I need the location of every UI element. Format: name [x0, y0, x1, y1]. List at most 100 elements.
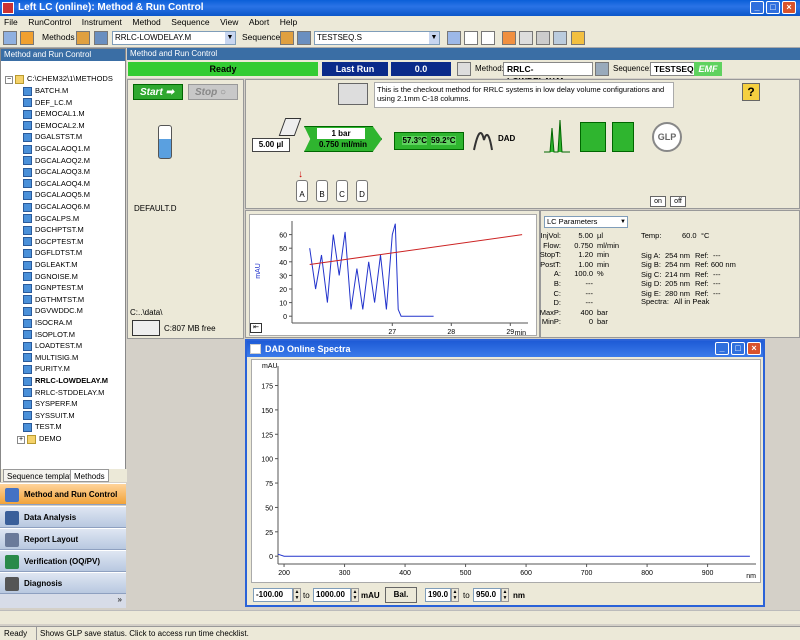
document-icon[interactable] [519, 31, 533, 45]
method-item[interactable]: DEF_LC.M [23, 97, 72, 109]
dad-close-button[interactable]: × [747, 342, 761, 355]
lc-parameters-select[interactable]: LC Parameters ▼ [544, 216, 628, 228]
load-sequence-icon[interactable] [280, 31, 294, 45]
x-max-input[interactable]: 950.0 [473, 588, 501, 602]
column-oven-module[interactable]: 57.3°C 59.2°C [394, 132, 464, 150]
y-min-spinner[interactable]: ▲ ▼ [293, 588, 301, 602]
maximize-button[interactable]: □ [766, 1, 780, 14]
method-item[interactable]: DGLEAKT.M [23, 259, 78, 271]
help-icon[interactable] [571, 31, 585, 45]
method-item[interactable]: DGCALAOQ2.M [23, 155, 90, 167]
menu-method[interactable]: Method [128, 17, 164, 27]
method-item[interactable]: MULTISIG.M [23, 352, 78, 364]
sequence-select[interactable]: TESTSEQ.S ▼ [314, 31, 440, 45]
method-book-icon[interactable] [338, 83, 368, 105]
tab-methods[interactable]: Methods [70, 469, 109, 482]
start-button[interactable]: Start ➡ [133, 84, 183, 100]
horizontal-scrollbar[interactable] [0, 610, 800, 624]
instrument-active-icon[interactable] [20, 31, 34, 45]
method-item[interactable]: DGCALAOQ1.M [23, 143, 90, 155]
chromatogram-module[interactable] [542, 118, 572, 154]
menu-sequence[interactable]: Sequence [167, 17, 213, 27]
edit-icon[interactable] [553, 31, 567, 45]
nav-overflow[interactable]: » [0, 594, 126, 608]
method-item[interactable]: ISOCRA.M [23, 317, 72, 329]
tree-root[interactable]: − C:\CHEM32\1\METHODS [5, 73, 113, 85]
nav-verification[interactable]: Verification (OQ/PV) [0, 550, 126, 572]
dad-minimize-button[interactable]: _ [715, 342, 729, 355]
bottle-c[interactable]: C [336, 180, 348, 202]
tree-folder-demo[interactable]: + DEMO [17, 433, 62, 445]
save-sequence-icon[interactable] [297, 31, 311, 45]
dad-maximize-button[interactable]: □ [731, 342, 745, 355]
method-item[interactable]: DGCALPS.M [23, 213, 79, 225]
book-icon[interactable] [502, 31, 516, 45]
method-item[interactable]: RRLC-STDDELAY.M [23, 387, 104, 399]
system-diagram-icon[interactable] [464, 31, 478, 45]
method-value[interactable]: RRLC-LOWDELAY.M [503, 62, 593, 86]
injector-volume[interactable]: 5.00 µl [252, 138, 290, 152]
method-item[interactable]: DGTHMTST.M [23, 294, 84, 306]
method-item[interactable]: RRLC-LOWDELAY.M [23, 375, 108, 387]
print-icon[interactable] [536, 31, 550, 45]
method-item[interactable]: DEMOCAL1.M [23, 108, 85, 120]
method-item[interactable]: ISOPLOT.M [23, 329, 75, 341]
bottle-b[interactable]: B [316, 180, 328, 202]
save-method-icon[interactable] [94, 31, 108, 45]
method-item[interactable]: DGALSTST.M [23, 131, 82, 143]
method-item[interactable]: DGVWDDC.M [23, 305, 83, 317]
nav-diagnosis[interactable]: Diagnosis [0, 572, 126, 594]
x-min-spinner[interactable]: ▲ ▼ [451, 588, 459, 602]
method-item[interactable]: DGCALAOQ5.M [23, 189, 90, 201]
menu-abort[interactable]: Abort [245, 17, 273, 27]
close-button[interactable]: × [782, 1, 796, 14]
nav-data-analysis[interactable]: Data Analysis [0, 506, 126, 528]
glp-icon[interactable]: GLP [652, 122, 682, 152]
stop-button[interactable]: Stop ○ [188, 84, 238, 100]
help-button[interactable]: ? [742, 83, 760, 101]
x-max-spinner[interactable]: ▲ ▼ [501, 588, 509, 602]
expand-icon[interactable]: ⇤ [250, 323, 262, 333]
bottle-a[interactable]: A [296, 180, 308, 202]
method-item[interactable]: PURITY.M [23, 363, 70, 375]
method-item[interactable]: DEMOCAL2.M [23, 120, 85, 132]
on-button[interactable]: on [650, 196, 666, 207]
minimize-button[interactable]: _ [750, 1, 764, 14]
method-item[interactable]: SYSPERF.M [23, 398, 78, 410]
method-item[interactable]: DGCPTEST.M [23, 236, 83, 248]
method-item[interactable]: SYSSUIT.M [23, 410, 75, 422]
instrument-icon[interactable] [3, 31, 17, 45]
method-item[interactable]: DGNPTEST.M [23, 282, 83, 294]
method-select[interactable]: RRLC-LOWDELAY.M ▼ [112, 31, 236, 45]
menu-help[interactable]: Help [276, 17, 301, 27]
bottle-d[interactable]: D [356, 180, 368, 202]
menu-instrument[interactable]: Instrument [78, 17, 126, 27]
method-item[interactable]: LOADTEST.M [23, 340, 82, 352]
method-item[interactable]: DGCALAOQ6.M [23, 201, 90, 213]
balance-button[interactable]: Bal. [385, 587, 417, 603]
load-method-icon[interactable] [76, 31, 90, 45]
method-item[interactable]: DGCHPTST.M [23, 224, 84, 236]
report-icon[interactable] [612, 122, 634, 152]
method-item[interactable]: DGFLDTST.M [23, 247, 82, 259]
off-button[interactable]: off [670, 196, 686, 207]
x-min-input[interactable]: 190.0 [425, 588, 451, 602]
menu-file[interactable]: File [0, 17, 22, 27]
signal-view-icon[interactable] [481, 31, 495, 45]
method-item[interactable]: DGCALAOQ4.M [23, 178, 90, 190]
method-item[interactable]: DGNOISE.M [23, 271, 78, 283]
menu-runcontrol[interactable]: RunControl [24, 17, 75, 27]
layout-icon[interactable] [447, 31, 461, 45]
y-min-input[interactable]: -100.00 [253, 588, 293, 602]
method-item[interactable]: BATCH.M [23, 85, 68, 97]
nav-report-layout[interactable]: Report Layout [0, 528, 126, 550]
pump-module[interactable]: 1 bar 0.750 ml/min [304, 126, 382, 152]
y-max-input[interactable]: 1000.00 [313, 588, 351, 602]
dad-module[interactable]: DAD [472, 120, 515, 154]
y-max-spinner[interactable]: ▲ ▼ [351, 588, 359, 602]
menu-view[interactable]: View [216, 17, 242, 27]
method-item[interactable]: TEST.M [23, 421, 62, 433]
nav-method-run-control[interactable]: Method and Run Control [0, 483, 126, 505]
emf-badge[interactable]: EMF [694, 62, 722, 76]
method-item[interactable]: DGCALAOQ3.M [23, 166, 90, 178]
